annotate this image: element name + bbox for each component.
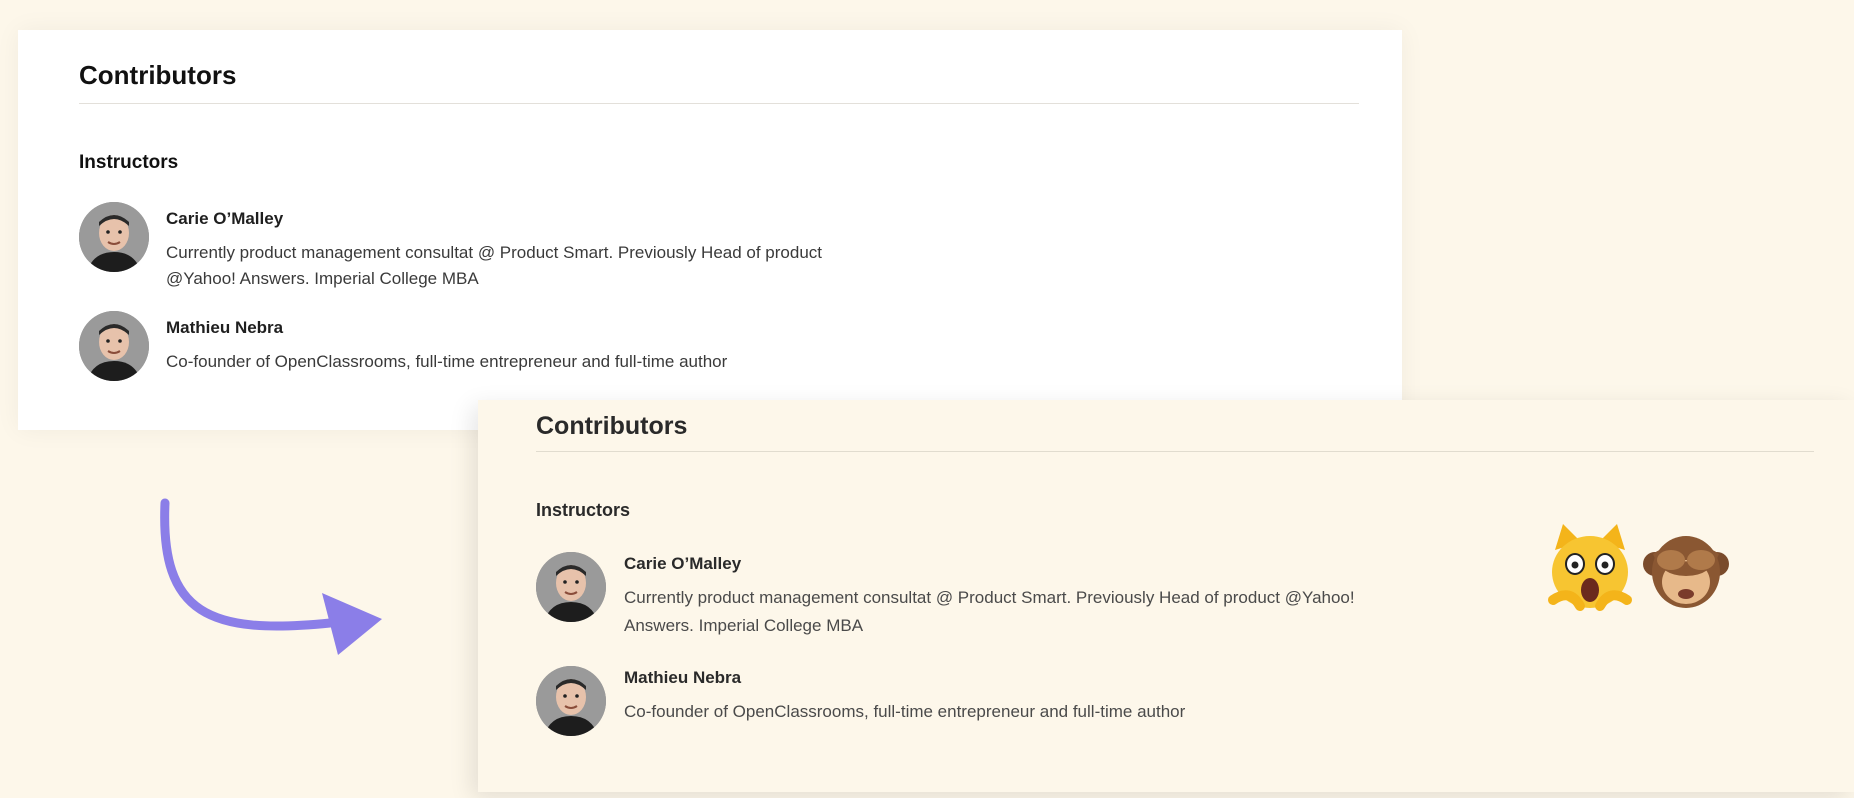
section-title: Instructors [79,152,179,173]
instructor-bio: Co-founder of OpenClassrooms, full-time … [624,702,1186,721]
scream-cat-icon [1545,520,1635,620]
arrow-icon [160,498,382,655]
contributors-card-before: Contributors Instructors Carie O’Malley … [18,30,1402,430]
divider [536,451,1814,452]
section-title: Instructors [536,500,631,520]
page-title: Contributors [79,60,237,90]
emoji-group [1545,520,1731,620]
avatar [79,202,149,272]
see-no-evil-monkey-icon [1641,520,1731,620]
instructor-name: Mathieu Nebra [624,668,742,687]
instructor-bio: Co-founder of OpenClassrooms, full-time … [166,352,728,371]
instructor-bio: Currently product management consultat @… [166,243,823,288]
avatar [536,552,606,622]
instructor-name: Carie O’Malley [166,209,284,228]
divider [79,103,1359,104]
instructor-bio: Currently product management consultat @… [624,588,1355,635]
avatar [536,666,606,736]
instructor-name: Carie O’Malley [624,554,742,573]
instructor-name: Mathieu Nebra [166,318,284,337]
page-title: Contributors [536,412,688,440]
avatar [79,311,149,381]
